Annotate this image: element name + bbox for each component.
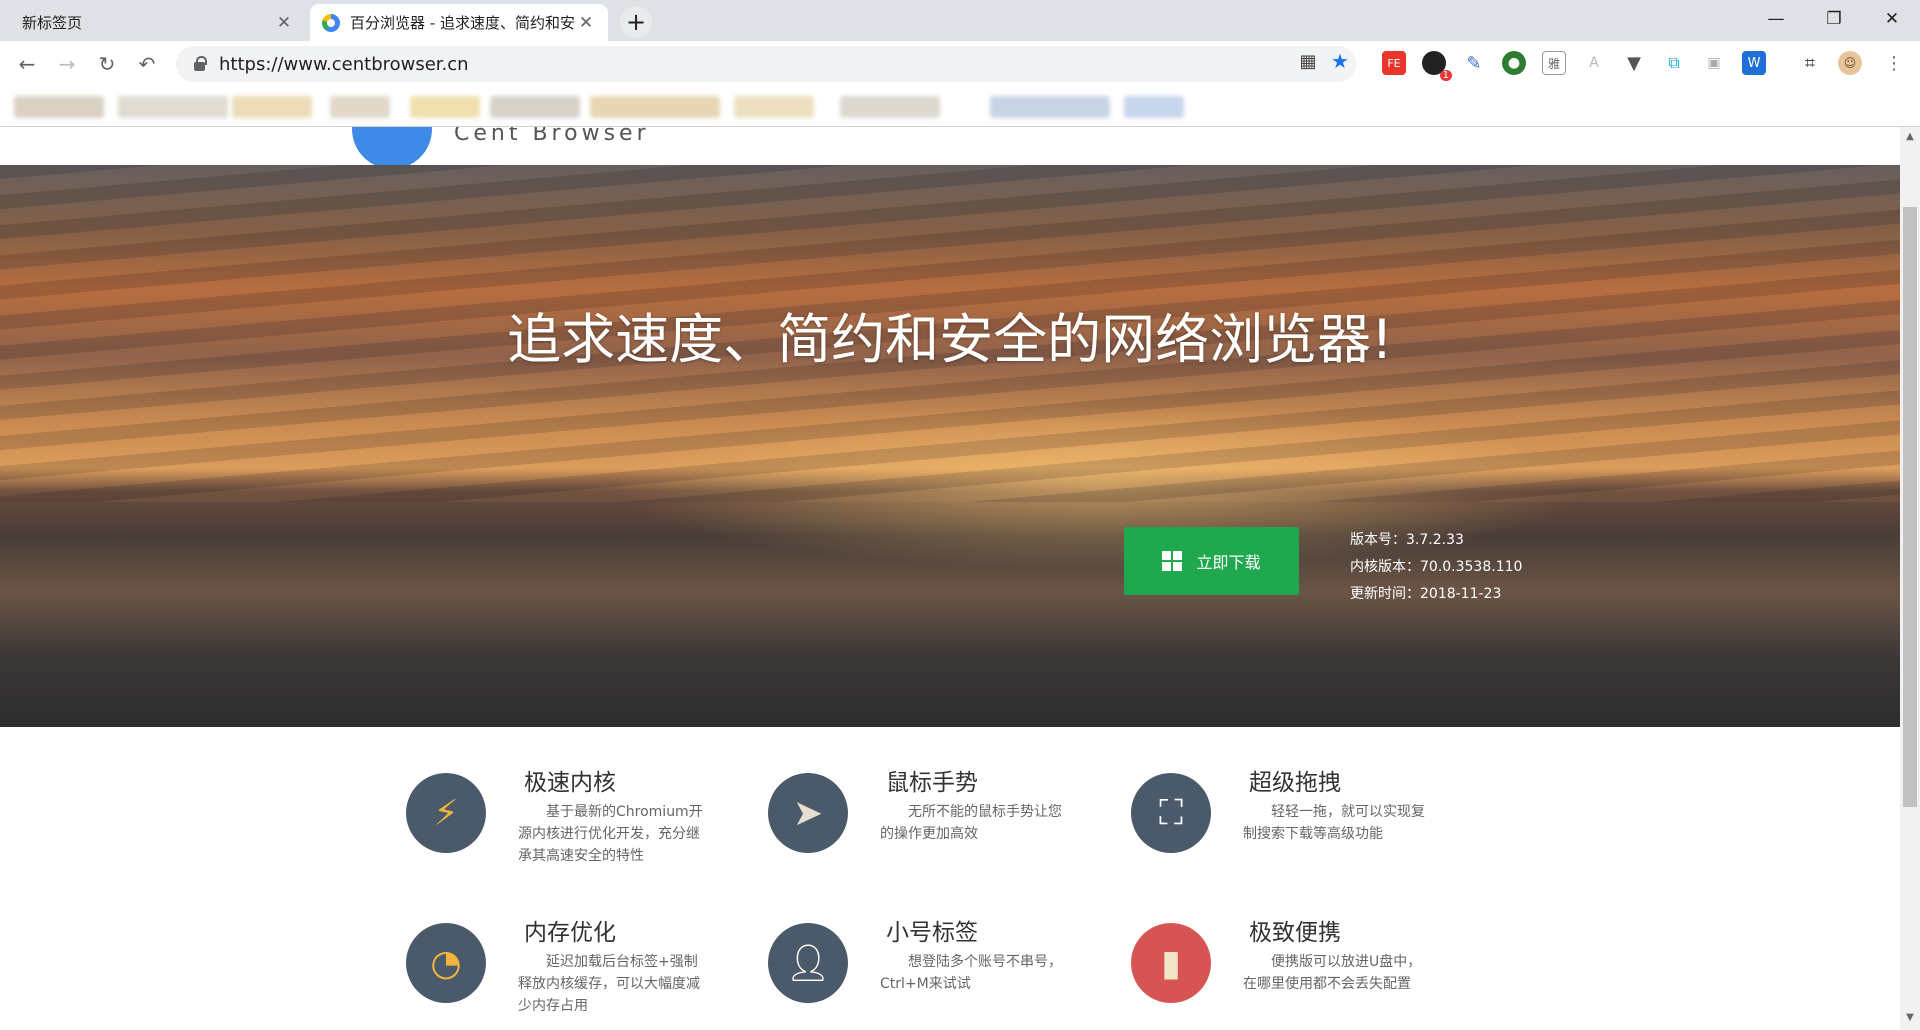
bookmark-item[interactable] bbox=[118, 96, 228, 118]
download-label: 立即下载 bbox=[1196, 553, 1261, 572]
vimium-icon[interactable]: ▼ bbox=[1622, 51, 1646, 75]
feature-portable: ▮ 极致便携 便携版可以放进U盘中，在哪里使用都不会丢失配置 bbox=[1131, 915, 1471, 1030]
feather-icon[interactable]: ✎ bbox=[1462, 51, 1486, 75]
tab-strip: 新标签页 ✕ 百分浏览器 - 追求速度、简约和安全的网络浏览器 ✕ + — ❐ … bbox=[0, 0, 1920, 41]
new-tab-button[interactable]: + bbox=[620, 6, 652, 38]
user-icon: 👤︎ bbox=[768, 923, 848, 1003]
extension-badge-icon[interactable]: 1 bbox=[1422, 51, 1452, 81]
feature-title: 超级拖拽 bbox=[1249, 770, 1341, 796]
tab-title: 百分浏览器 - 追求速度、简约和安全的网络浏览器 bbox=[350, 14, 576, 32]
minimize-button[interactable]: — bbox=[1748, 0, 1804, 38]
translate-icon[interactable]: A bbox=[1582, 51, 1606, 75]
bookmark-item[interactable] bbox=[734, 96, 814, 118]
close-icon[interactable]: ✕ bbox=[576, 13, 596, 33]
feature-description: 无所不能的鼠标手势让您的操作更加高效 bbox=[880, 804, 1062, 842]
tab-centbrowser[interactable]: 百分浏览器 - 追求速度、简约和安全的网络浏览器 ✕ bbox=[310, 4, 608, 41]
bookmark-item[interactable] bbox=[590, 96, 720, 118]
feature-title: 鼠标手势 bbox=[886, 770, 978, 796]
bookmarks-bar bbox=[0, 87, 1920, 127]
feature-title: 小号标签 bbox=[886, 920, 978, 946]
crop-icon[interactable]: ⌗ bbox=[1798, 51, 1822, 75]
drag-icon: ⛶ bbox=[1131, 773, 1211, 853]
ya-extension-label: 雅 bbox=[1547, 56, 1560, 71]
version-number: 版本号：3.7.2.33 bbox=[1350, 532, 1464, 548]
ya-extension-icon[interactable]: 雅 bbox=[1542, 51, 1566, 75]
browser-chrome: 新标签页 ✕ 百分浏览器 - 追求速度、简约和安全的网络浏览器 ✕ + — ❐ … bbox=[0, 0, 1920, 127]
feature-mouse-gesture: ➤ 鼠标手势 无所不能的鼠标手势让您的操作更加高效 bbox=[768, 765, 1108, 885]
feature-description: 基于最新的Chromium开源内核进行优化开发，充分继承其高速安全的特性 bbox=[518, 804, 703, 864]
bookmark-item[interactable] bbox=[14, 96, 104, 118]
feature-description: 便携版可以放进U盘中，在哪里使用都不会丢失配置 bbox=[1243, 954, 1422, 992]
undo-close-icon[interactable]: ↶ bbox=[132, 49, 162, 79]
download-button[interactable]: 立即下载 bbox=[1124, 527, 1299, 595]
features-section: ⚡ 极速内核 基于最新的Chromium开源内核进行优化开发，充分继承其高速安全… bbox=[0, 727, 1900, 1030]
bookmark-item[interactable] bbox=[1124, 96, 1184, 118]
scrollbar-thumb[interactable] bbox=[1903, 207, 1917, 807]
forward-icon[interactable]: → bbox=[52, 49, 82, 79]
logo-text[interactable]: Cent Browser bbox=[454, 127, 650, 146]
bookmark-item[interactable] bbox=[840, 96, 940, 118]
w-extension-icon[interactable]: W bbox=[1742, 51, 1766, 75]
feature-alt-account-tab: 👤︎ 小号标签 想登陆多个账号不串号，Ctrl+M来试试 bbox=[768, 915, 1108, 1030]
image-extension-icon[interactable]: ▣ bbox=[1702, 51, 1726, 75]
fe-extension-icon[interactable]: FE bbox=[1382, 51, 1406, 75]
bookmark-item[interactable] bbox=[232, 96, 312, 118]
bookmark-item[interactable] bbox=[490, 96, 580, 118]
url-text: https://www.centbrowser.cn bbox=[219, 53, 469, 75]
tab-new-tab[interactable]: 新标签页 ✕ bbox=[10, 4, 306, 41]
update-date: 更新时间：2018-11-23 bbox=[1350, 586, 1502, 602]
lightning-icon: ⚡ bbox=[406, 773, 486, 853]
menu-icon[interactable]: ⋮ bbox=[1882, 51, 1906, 75]
address-bar[interactable]: https://www.centbrowser.cn bbox=[176, 46, 1356, 82]
feature-title: 极致便携 bbox=[1249, 920, 1341, 946]
feature-description: 延迟加载后台标签+强制释放内核缓存，可以大幅度减少内存占用 bbox=[518, 954, 700, 1014]
windows-logo-icon bbox=[1162, 551, 1183, 571]
avatar[interactable]: ☺ bbox=[1838, 51, 1862, 75]
close-window-button[interactable]: ✕ bbox=[1864, 0, 1920, 38]
globe-icon[interactable]: ● bbox=[1502, 51, 1526, 75]
gauge-icon: ◔ bbox=[406, 923, 486, 1003]
feature-description: 轻轻一拖，就可以实现复制搜索下载等高级功能 bbox=[1243, 804, 1425, 842]
feature-description: 想登陆多个账号不串号，Ctrl+M来试试 bbox=[880, 954, 1062, 992]
feature-title: 内存优化 bbox=[524, 920, 616, 946]
restore-button[interactable]: ❐ bbox=[1806, 0, 1862, 38]
site-header: Cent Browser bbox=[0, 127, 1900, 169]
feature-memory-optimization: ◔ 内存优化 延迟加载后台标签+强制释放内核缓存，可以大幅度减少内存占用 bbox=[406, 915, 746, 1030]
feature-title: 极速内核 bbox=[524, 770, 616, 796]
web-page: Cent Browser 追求速度、简约和安全的网络浏览器! 立即下载 版本号：… bbox=[0, 127, 1900, 1030]
feature-speed-kernel: ⚡ 极速内核 基于最新的Chromium开源内核进行优化开发，充分继承其高速安全… bbox=[406, 765, 746, 885]
toolbar: ← → ↻ ↶ https://www.centbrowser.cn ▦ ★ F… bbox=[0, 41, 1920, 87]
hero-title: 追求速度、简约和安全的网络浏览器! bbox=[507, 308, 1393, 371]
window-resize-icon[interactable]: ⧉ bbox=[1662, 51, 1686, 75]
centbrowser-logo-icon[interactable] bbox=[352, 127, 432, 169]
bookmark-item[interactable] bbox=[990, 96, 1110, 118]
close-icon[interactable]: ✕ bbox=[274, 13, 294, 33]
hero-banner: 追求速度、简约和安全的网络浏览器! 立即下载 版本号：3.7.2.33 内核版本… bbox=[0, 165, 1900, 727]
centbrowser-favicon-icon bbox=[322, 13, 340, 32]
sd-card-icon: ▮ bbox=[1131, 923, 1211, 1003]
cursor-icon: ➤ bbox=[768, 773, 848, 853]
version-info: 版本号：3.7.2.33 内核版本：70.0.3538.110 更新时间：201… bbox=[1350, 527, 1522, 608]
scroll-down-icon[interactable]: ▼ bbox=[1903, 1012, 1917, 1026]
tab-title: 新标签页 bbox=[22, 14, 83, 32]
extension-badge-count: 1 bbox=[1439, 70, 1452, 81]
back-icon[interactable]: ← bbox=[12, 49, 42, 79]
kernel-version: 内核版本：70.0.3538.110 bbox=[1350, 559, 1523, 575]
bookmark-item[interactable] bbox=[330, 96, 390, 118]
qr-code-icon[interactable]: ▦ bbox=[1296, 49, 1320, 73]
feature-super-drag: ⛶ 超级拖拽 轻轻一拖，就可以实现复制搜索下载等高级功能 bbox=[1131, 765, 1471, 885]
scroll-up-icon[interactable]: ▲ bbox=[1903, 131, 1917, 145]
bookmark-item[interactable] bbox=[410, 96, 480, 118]
bookmark-star-icon[interactable]: ★ bbox=[1328, 49, 1352, 73]
reload-icon[interactable]: ↻ bbox=[92, 49, 122, 79]
lock-icon bbox=[194, 55, 207, 71]
